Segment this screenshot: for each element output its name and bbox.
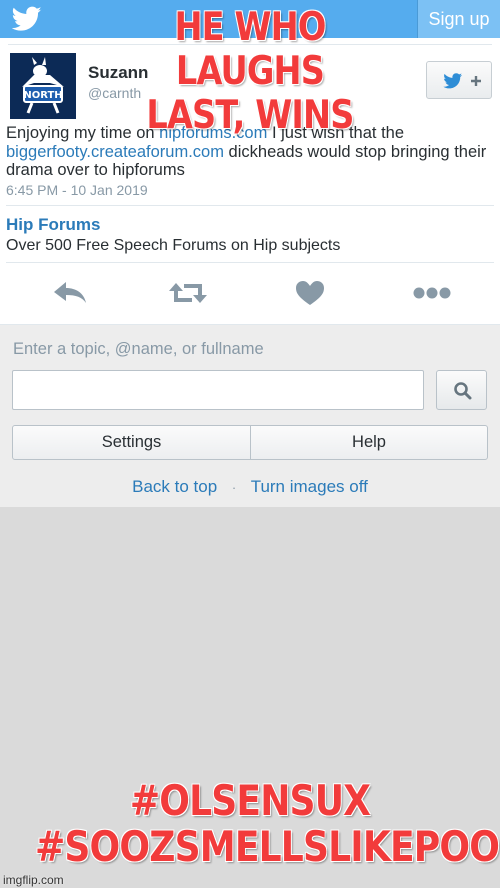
meme-bottom-caption: #OLSENSUX #SOOZSMELLSLIKEPOO: [35, 776, 500, 871]
like-icon[interactable]: [288, 278, 332, 308]
more-icon[interactable]: [410, 278, 454, 308]
meme-top-line: LAST, WINS: [146, 93, 354, 138]
biggerfooty-link[interactable]: biggerfooty.createaforum.com: [6, 143, 224, 161]
link-card-description: Over 500 Free Speech Forums on Hip subje…: [6, 237, 341, 254]
meme-bottom-line: #OLSENSUX: [129, 776, 371, 825]
divider: [6, 262, 494, 263]
reply-icon[interactable]: [48, 278, 92, 308]
avatar[interactable]: NORTH: [10, 53, 76, 119]
twitter-follow-plus-icon: [443, 73, 481, 89]
search-button[interactable]: [436, 370, 487, 410]
meme-top-caption: HE WHO LAUGHS LAST, WINS: [95, 6, 405, 138]
follow-button[interactable]: [426, 61, 492, 99]
tweet-timestamp[interactable]: 6:45 PM - 10 Jan 2019: [6, 182, 148, 198]
back-to-top-link[interactable]: Back to top: [132, 477, 217, 496]
turn-images-off-link[interactable]: Turn images off: [251, 477, 368, 496]
link-card-title[interactable]: Hip Forums: [6, 215, 100, 235]
kangaroo-logo-icon: NORTH: [22, 57, 64, 114]
search-label: Enter a topic, @name, or fullname: [13, 340, 264, 358]
footer-separator: ·: [231, 480, 237, 495]
footer-links: Back to top · Turn images off: [0, 477, 500, 497]
imgflip-watermark: imgflip.com: [3, 873, 64, 887]
divider: [6, 205, 494, 206]
sign-up-button[interactable]: Sign up: [417, 0, 500, 38]
retweet-icon[interactable]: [166, 278, 210, 308]
meme-top-line: HE WHO LAUGHS: [174, 5, 326, 94]
twitter-bird-icon[interactable]: [12, 6, 42, 32]
help-button[interactable]: Help: [250, 425, 488, 460]
avatar-label: NORTH: [23, 90, 62, 101]
search-input[interactable]: [12, 370, 424, 410]
search-icon: [454, 382, 472, 400]
settings-button[interactable]: Settings: [12, 425, 251, 460]
meme-bottom-line: #SOOZSMELLSLIKEPOO: [35, 822, 500, 871]
